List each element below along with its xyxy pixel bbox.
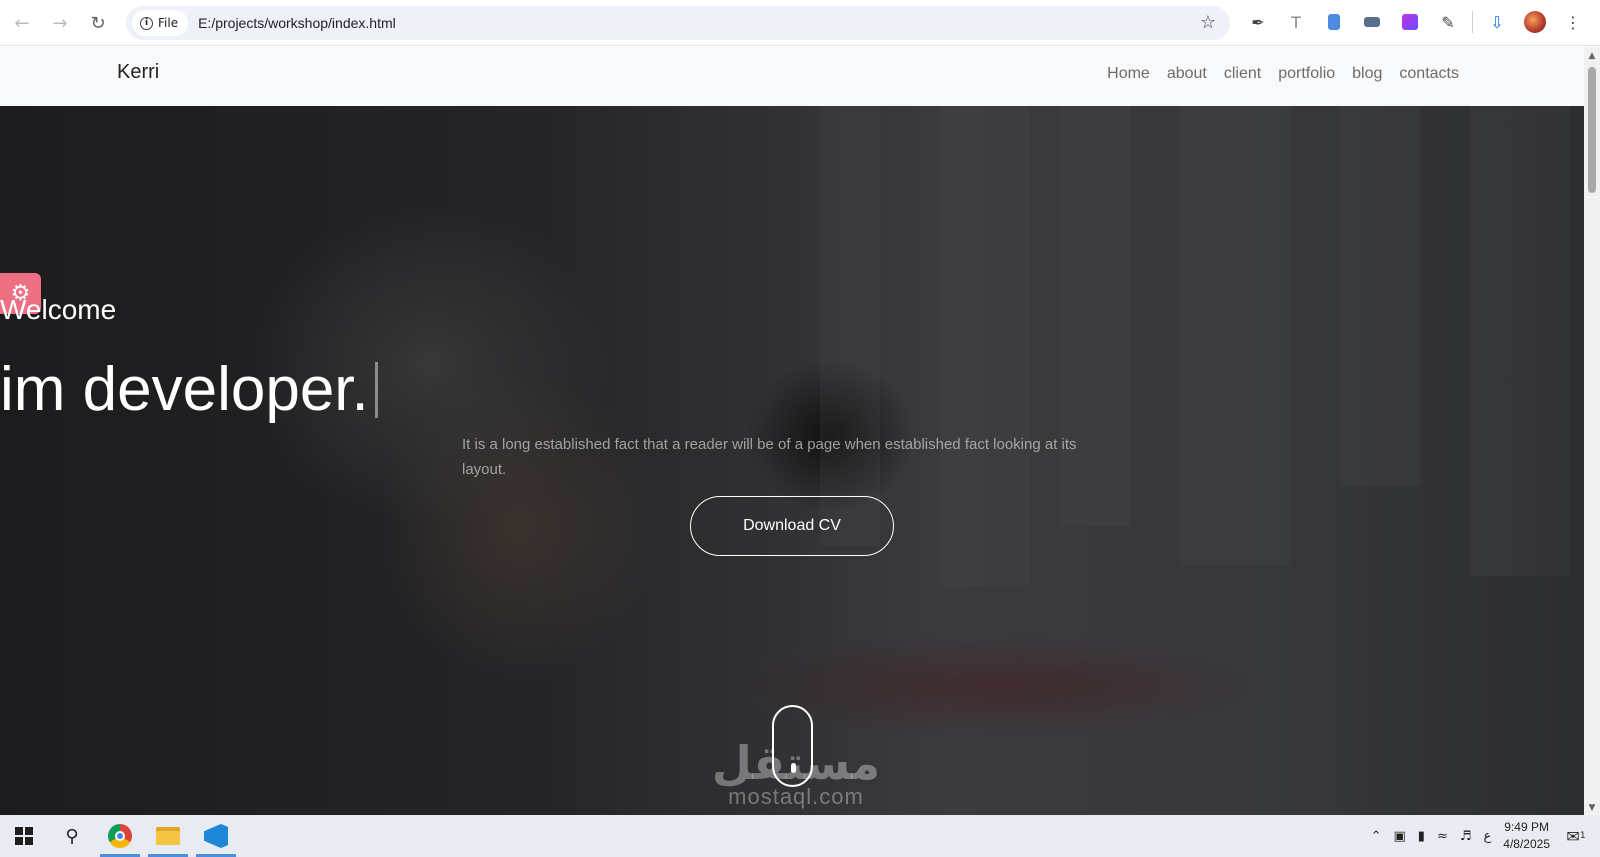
more-menu-icon[interactable]: ⋮	[1559, 6, 1587, 38]
hero-headline: im developer.	[0, 354, 1584, 425]
nav-blog[interactable]: blog	[1352, 65, 1382, 83]
site-info-chip[interactable]: i File	[132, 10, 189, 36]
vscode-icon	[204, 824, 228, 848]
page-scrollbar[interactable]: ▲ ▼	[1584, 47, 1600, 815]
site-header: Kerri Home about client portfolio blog c…	[0, 47, 1584, 106]
nav-about[interactable]: about	[1167, 65, 1207, 83]
profile-avatar[interactable]	[1521, 6, 1549, 38]
chrome-icon	[108, 824, 132, 848]
app-extension-icon[interactable]	[1396, 6, 1424, 38]
tray-chevron-icon[interactable]: ⌃	[1371, 829, 1382, 844]
typing-caret	[374, 362, 378, 418]
meet-icon[interactable]: ▣	[1394, 829, 1406, 844]
nav-home[interactable]: Home	[1107, 65, 1150, 83]
address-bar[interactable]: i File E:/projects/workshop/index.html ☆	[126, 6, 1230, 40]
document-icon[interactable]	[1320, 6, 1348, 38]
windows-taskbar: ⚲ ⌃ ▣ ▮ ≈ ♬ ع 9:49 PM 4/8/2025 ✉ 1	[0, 815, 1600, 857]
volume-icon[interactable]: ♬	[1460, 829, 1472, 844]
scroll-down-icon[interactable]: ▼	[1587, 803, 1597, 813]
download-cv-button[interactable]: Download CV	[690, 496, 894, 556]
toolbar-separator	[1472, 11, 1473, 33]
search-icon[interactable]: ⚲	[48, 815, 96, 857]
watermark-logo: مستقل mostaql.com	[686, 736, 906, 810]
bookmark-star-icon[interactable]: ☆	[1200, 12, 1216, 33]
url-text[interactable]: E:/projects/workshop/index.html	[198, 15, 396, 31]
hero-description: It is a long established fact that a rea…	[462, 436, 1077, 478]
browser-toolbar: ← → ↻ i File E:/projects/workshop/index.…	[0, 0, 1600, 46]
system-tray: ⌃ ▣ ▮ ≈ ♬ ع 9:49 PM 4/8/2025 ✉ 1	[1371, 815, 1600, 857]
clock[interactable]: 9:49 PM 4/8/2025	[1503, 819, 1550, 853]
forward-icon[interactable]: →	[42, 5, 78, 41]
nav-portfolio[interactable]: portfolio	[1278, 65, 1335, 83]
site-chip-label: File	[158, 16, 179, 30]
clock-date: 4/8/2025	[1503, 837, 1550, 851]
scroll-thumb[interactable]	[1588, 67, 1596, 193]
notification-icon[interactable]: ✉ 1	[1562, 822, 1590, 850]
back-icon[interactable]: ←	[4, 5, 40, 41]
nav-client[interactable]: client	[1224, 65, 1261, 83]
input-language[interactable]: ع	[1484, 829, 1492, 844]
hero-welcome: Welcome	[0, 294, 117, 325]
puzzle-icon[interactable]: ✎	[1434, 6, 1462, 38]
start-button[interactable]	[0, 815, 48, 857]
folder-icon	[156, 827, 180, 845]
notification-count: 1	[1579, 831, 1586, 841]
hero-headline-text: im developer.	[0, 355, 369, 424]
nav-contacts[interactable]: contacts	[1399, 65, 1459, 83]
extensions-row: ✒ T ✎ ⇩ ⋮	[1244, 6, 1587, 38]
battery-icon[interactable]: ▮	[1418, 829, 1425, 844]
reload-icon[interactable]: ↻	[80, 5, 116, 41]
screen-icon[interactable]	[1358, 6, 1386, 38]
watermark-arabic: مستقل	[711, 736, 881, 790]
download-icon[interactable]: ⇩	[1483, 6, 1511, 38]
text-tool-icon[interactable]: T	[1282, 6, 1310, 38]
site-brand[interactable]: Kerri	[117, 61, 159, 84]
hero-section: ⚙ Welcome im developer. It is a long est…	[0, 106, 1584, 815]
eyedropper-icon[interactable]: ✒	[1244, 6, 1272, 38]
wifi-icon[interactable]: ≈	[1437, 829, 1448, 844]
main-nav: Home about client portfolio blog contact…	[1107, 65, 1459, 83]
clock-time: 9:49 PM	[1504, 820, 1549, 834]
taskbar-chrome[interactable]	[96, 815, 144, 857]
taskbar-vscode[interactable]	[192, 815, 240, 857]
taskbar-file-explorer[interactable]	[144, 815, 192, 857]
scroll-up-icon[interactable]: ▲	[1587, 51, 1597, 61]
info-icon: i	[140, 16, 153, 30]
windows-icon	[15, 827, 33, 845]
